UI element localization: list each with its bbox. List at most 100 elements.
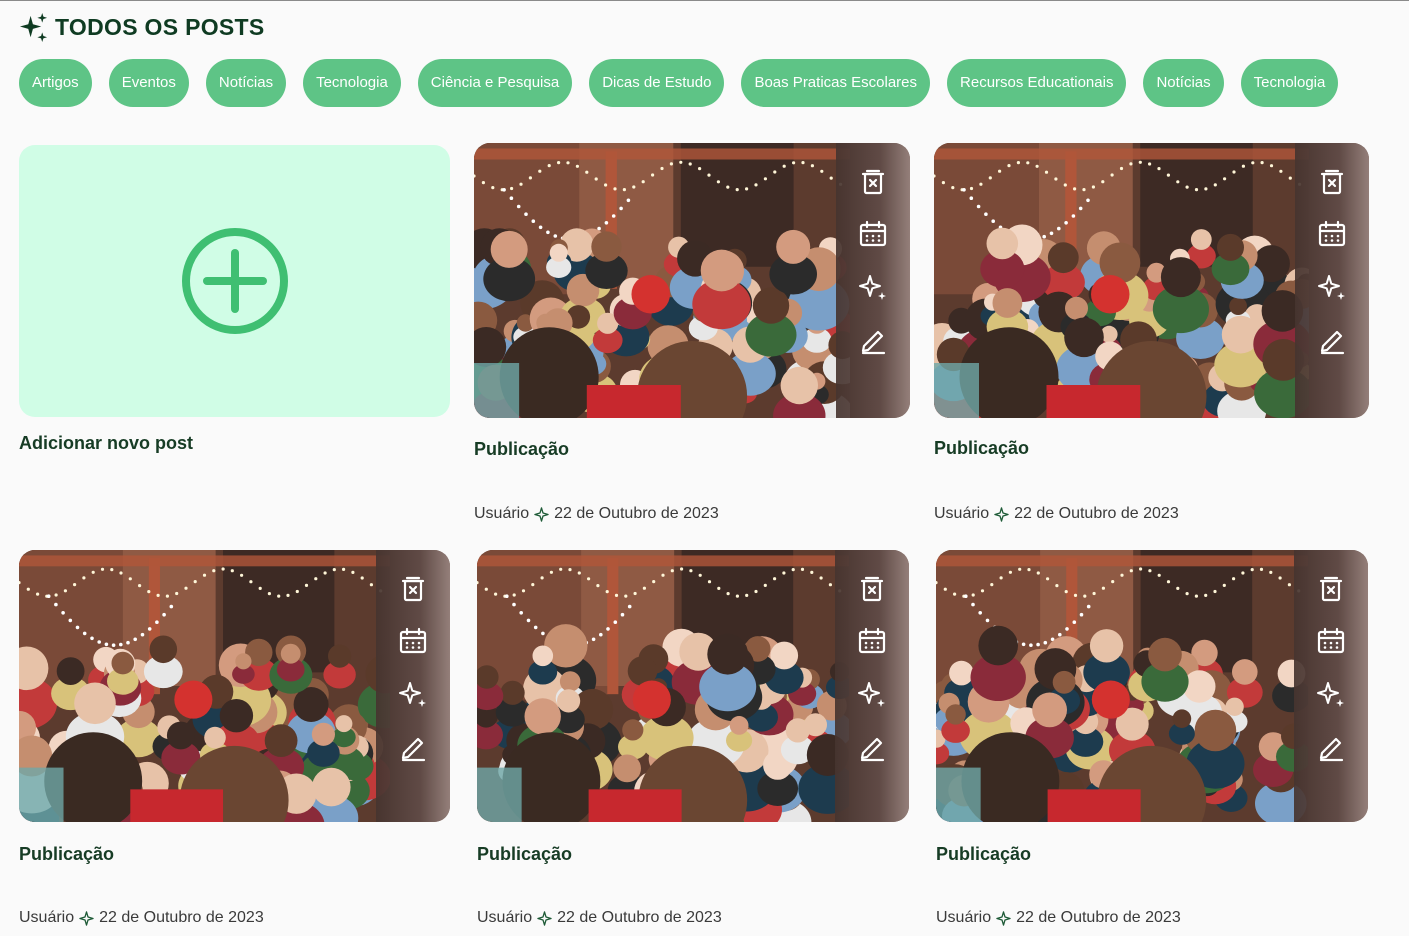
- sparkle-separator-icon: [534, 506, 549, 522]
- edit-icon: [857, 732, 887, 762]
- post-date: 22 de Outubro de 2023: [1014, 505, 1179, 522]
- delete-button[interactable]: [397, 572, 429, 604]
- post-image: [474, 143, 850, 418]
- calendar-icon: [1316, 626, 1346, 656]
- edit-icon: [1317, 325, 1347, 355]
- post-date: 22 de Outubro de 2023: [1016, 909, 1181, 926]
- sparkles-button[interactable]: [856, 678, 888, 710]
- category-chip[interactable]: Artigos: [19, 59, 92, 107]
- page-header: TODOS OS POSTS: [18, 12, 265, 43]
- page: TODOS OS POSTS Artigos Eventos Notícias …: [0, 0, 1409, 936]
- post-thumbnail[interactable]: [477, 550, 909, 822]
- edit-button[interactable]: [856, 731, 888, 763]
- post-actions-panel: [836, 143, 910, 418]
- edit-button[interactable]: [1316, 324, 1348, 356]
- sparkles-icon: [398, 679, 428, 709]
- post-thumbnail[interactable]: [474, 143, 910, 418]
- sparkle-separator-icon: [996, 910, 1011, 926]
- post-date: 22 de Outubro de 2023: [554, 505, 719, 522]
- post-meta: Usuário 22 de Outubro de 2023: [477, 909, 722, 927]
- post-card[interactable]: Publicação Usuário 22 de Outubro de 2023: [936, 550, 1368, 933]
- sparkle-separator-icon: [79, 910, 94, 926]
- post-meta: Usuário 22 de Outubro de 2023: [936, 909, 1181, 927]
- sparkles-button[interactable]: [1316, 271, 1348, 303]
- post-meta: Usuário 22 de Outubro de 2023: [19, 909, 264, 927]
- calendar-icon: [858, 219, 888, 249]
- category-chip[interactable]: Tecnologia: [1240, 59, 1339, 107]
- delete-icon: [1317, 166, 1347, 196]
- sparkles-icon: [857, 679, 887, 709]
- category-chip[interactable]: Recursos Educationais: [947, 59, 1127, 107]
- category-chip[interactable]: Notícias: [1143, 59, 1224, 107]
- calendar-button[interactable]: [1316, 218, 1348, 250]
- delete-button[interactable]: [857, 165, 889, 197]
- post-actions-panel: [1294, 550, 1368, 822]
- edit-button[interactable]: [1315, 731, 1347, 763]
- edit-icon: [858, 325, 888, 355]
- sparkle-separator-icon: [994, 506, 1009, 522]
- add-post-card: Adicionar novo post: [19, 145, 450, 465]
- calendar-icon: [398, 626, 428, 656]
- edit-button[interactable]: [397, 731, 429, 763]
- post-title[interactable]: Publicação: [477, 844, 572, 865]
- sparkles-button[interactable]: [857, 271, 889, 303]
- post-author: Usuário: [474, 505, 530, 522]
- edit-button[interactable]: [857, 324, 889, 356]
- sparkles-button[interactable]: [397, 678, 429, 710]
- page-title: TODOS OS POSTS: [55, 14, 265, 40]
- category-chip[interactable]: Ciência e Pesquisa: [417, 59, 573, 107]
- add-post-button[interactable]: [19, 145, 450, 417]
- post-card[interactable]: Publicação Usuário 22 de Outubro de 2023: [477, 550, 909, 933]
- delete-button[interactable]: [856, 572, 888, 604]
- post-actions-panel: [835, 550, 909, 822]
- delete-button[interactable]: [1316, 165, 1348, 197]
- calendar-button[interactable]: [1315, 625, 1347, 657]
- post-author: Usuário: [477, 909, 533, 926]
- calendar-icon: [857, 626, 887, 656]
- post-author: Usuário: [19, 909, 75, 926]
- post-thumbnail[interactable]: [936, 550, 1368, 822]
- post-meta: Usuário 22 de Outubro de 2023: [474, 505, 719, 523]
- post-image: [936, 550, 1308, 822]
- post-thumbnail[interactable]: [19, 550, 450, 822]
- calendar-icon: [1317, 219, 1347, 249]
- post-author: Usuário: [936, 909, 992, 926]
- post-image: [477, 550, 849, 822]
- delete-button[interactable]: [1315, 572, 1347, 604]
- calendar-button[interactable]: [856, 625, 888, 657]
- sparkles-icon: [1316, 679, 1346, 709]
- post-actions-panel: [376, 550, 450, 822]
- sparkle-separator-icon: [537, 910, 552, 926]
- category-chip[interactable]: Tecnologia: [303, 59, 401, 107]
- post-date: 22 de Outubro de 2023: [557, 909, 722, 926]
- edit-icon: [398, 732, 428, 762]
- post-date: 22 de Outubro de 2023: [99, 909, 264, 926]
- post-actions-panel: [1295, 143, 1369, 418]
- sparkles-icon: [18, 12, 49, 43]
- post-card[interactable]: Publicação Usuário 22 de Outubro de 2023: [474, 143, 910, 529]
- sparkles-icon: [1317, 272, 1347, 302]
- post-title[interactable]: Publicação: [19, 844, 114, 865]
- delete-icon: [398, 573, 428, 603]
- category-chip[interactable]: Eventos: [108, 59, 189, 107]
- calendar-button[interactable]: [397, 625, 429, 657]
- delete-icon: [1316, 573, 1346, 603]
- post-meta: Usuário 22 de Outubro de 2023: [934, 505, 1179, 523]
- post-title[interactable]: Publicação: [474, 439, 569, 460]
- post-card[interactable]: Publicação Usuário 22 de Outubro de 2023: [19, 550, 450, 933]
- category-chip[interactable]: Boas Praticas Escolares: [741, 59, 931, 107]
- category-chip[interactable]: Notícias: [205, 59, 287, 107]
- category-chip[interactable]: Dicas de Estudo: [589, 59, 725, 107]
- post-title[interactable]: Publicação: [934, 438, 1029, 459]
- calendar-button[interactable]: [857, 218, 889, 250]
- sparkles-button[interactable]: [1315, 678, 1347, 710]
- post-title[interactable]: Publicação: [936, 844, 1031, 865]
- top-divider: [0, 0, 1409, 1]
- plus-circle-icon: [181, 227, 289, 335]
- delete-icon: [857, 573, 887, 603]
- post-author: Usuário: [934, 505, 990, 522]
- sparkles-icon: [858, 272, 888, 302]
- post-thumbnail[interactable]: [934, 143, 1369, 418]
- edit-icon: [1316, 732, 1346, 762]
- post-card[interactable]: Publicação Usuário 22 de Outubro de 2023: [934, 143, 1369, 529]
